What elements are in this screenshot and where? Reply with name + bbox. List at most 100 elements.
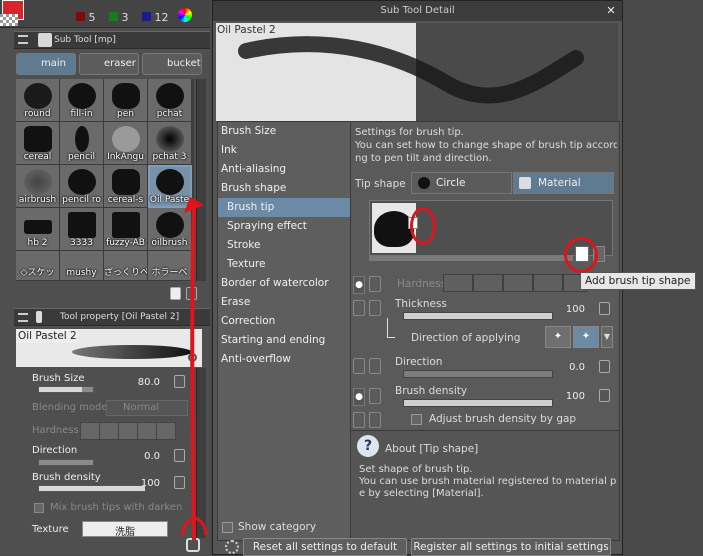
tab-eraser[interactable]: eraser [79,53,139,75]
thickness-eye-icon[interactable] [353,300,365,316]
direction-value[interactable]: 0.0 [136,451,160,462]
brush-tile[interactable]: cereal-s [104,165,148,208]
hardness-cells[interactable] [443,274,587,292]
tab-bucket[interactable]: bucket [142,53,202,75]
brush-tile-label: ざっくりペ [104,268,147,278]
density-eye-icon[interactable]: ● [353,388,365,406]
tab-main-label: main [41,58,66,69]
nav-item-brush-size[interactable]: Brush Size [218,122,356,141]
reset-defaults-button[interactable]: Reset all settings to default [243,538,407,556]
close-icon[interactable]: ✕ [605,5,617,17]
hardness-cells[interactable] [80,422,176,440]
brush-tile-label: fill-in [70,109,93,119]
apply-dropdown-icon[interactable]: ▼ [601,326,613,348]
thickness-toggle-icon[interactable] [599,302,610,315]
hardness-eye-icon[interactable]: ● [353,276,365,294]
nav-item-stroke[interactable]: Stroke [218,236,356,255]
brush-tile[interactable]: airbrush [16,165,60,208]
brush-tile-label: InkAngu [107,152,144,162]
about-title: About [Tip shape] [385,443,479,455]
vertical-apply-icon[interactable]: ✦ [573,326,599,348]
thickness-value[interactable]: 100 [551,304,585,315]
thickness-slider[interactable] [403,312,553,320]
brush-density-value[interactable]: 100 [551,391,585,402]
brush-size-value[interactable]: 80.0 [126,377,160,388]
nav-item-erase[interactable]: Erase [218,293,356,312]
texture-select[interactable]: 洗脂 [82,521,168,538]
material-icon [519,177,531,189]
brush-tile[interactable]: hb 2 [16,208,60,251]
register-initial-button[interactable]: Register all settings to initial setting… [411,538,611,556]
adjust-density-checkbox[interactable] [411,414,422,425]
direction-value[interactable]: 0.0 [551,362,585,373]
horizontal-apply-icon[interactable]: ✦ [545,326,571,348]
about-section: ? About [Tip shape] Set shape of brush t… [351,430,619,540]
blending-mode-select[interactable]: Normal [106,400,188,416]
nav-item-brush-shape[interactable]: Brush shape [218,179,356,198]
nav-item-spraying-effect[interactable]: Spraying effect [218,217,356,236]
help-icon: ? [357,435,379,457]
brush-tile[interactable]: pencil [60,122,104,165]
nav-item-ink[interactable]: Ink [218,141,356,160]
direction-expand-icon[interactable] [369,358,381,374]
show-category-label: Show category [238,521,317,533]
tip-scrollbar[interactable] [369,256,573,261]
nav-item-correction[interactable]: Correction [218,312,356,331]
brush-density-value[interactable]: 100 [136,478,160,489]
color-wheel-icon[interactable] [178,8,192,22]
brush-density-label: Brush density [32,472,101,483]
direction-eye-icon[interactable] [353,358,365,374]
brush-tile[interactable]: fill-in [60,79,104,122]
annotation-circle [410,207,436,245]
brush-tile[interactable]: pchat [148,79,192,122]
nav-item-border-of-watercolor[interactable]: Border of watercolor [218,274,356,293]
brush-density-slider[interactable] [38,485,146,492]
gap-expand-icon[interactable] [369,412,381,428]
mix-brush-checkbox[interactable] [34,503,44,513]
brush-tile[interactable]: pencil ro [60,165,104,208]
brush-tile-label: fuzzy-AB [106,238,145,248]
nav-item-brush-tip[interactable]: Brush tip [218,198,356,217]
panel-menu-icon[interactable] [18,313,28,322]
brush-size-slider[interactable] [38,386,94,393]
direction-slider[interactable] [403,370,553,378]
brush-tile[interactable]: 3333 [60,208,104,251]
tool-preview: Oil Pastel 2 [16,329,202,367]
panel-menu-icon[interactable] [18,35,28,44]
about-line: e by selecting [Material]. [359,488,484,499]
material-label: Material [538,177,581,189]
brush-tile-label: mushy [66,268,97,278]
category-list: Brush Size Ink Anti-aliasing Brush shape… [217,121,357,541]
brush-tile[interactable]: pchat 3 [148,122,192,165]
sub-color-icon[interactable] [0,14,18,26]
density-expand-icon[interactable] [369,388,381,404]
brush-tile[interactable]: cereal [16,122,60,165]
hardness-expand-icon[interactable] [369,276,381,292]
dialog-title: Sub Tool Detail [380,5,455,16]
brush-tile[interactable]: pen [104,79,148,122]
brush-tile[interactable]: mushy [60,251,104,281]
reset-defaults-label: Reset all settings to default [252,541,398,553]
brush-tile[interactable]: ◇スケッ [16,251,60,281]
direction-slider[interactable] [38,459,94,466]
brush-density-slider[interactable] [403,399,553,407]
nav-item-anti-overflow[interactable]: Anti-overflow [218,350,356,369]
description-line: ng to pen tilt and direction. [355,153,492,164]
brush-tile[interactable]: InkAngu [104,122,148,165]
nav-item-texture[interactable]: Texture [218,255,356,274]
nav-item-anti-aliasing[interactable]: Anti-aliasing [218,160,356,179]
tab-main[interactable]: main [16,53,76,75]
gap-eye-icon[interactable] [353,412,365,428]
direction-label: Direction [395,356,443,368]
brush-tile[interactable]: ざっくりペ [104,251,148,281]
thickness-expand-icon[interactable] [369,300,381,316]
nav-item-starting-and-ending[interactable]: Starting and ending [218,331,356,350]
brush-tile[interactable]: fuzzy-AB [104,208,148,251]
show-category-checkbox[interactable] [222,522,233,533]
hardness-label: Hardness [397,278,447,290]
brush-tile-label: pchat 3 [152,152,187,162]
brush-tile[interactable]: round [16,79,60,122]
density-toggle-icon[interactable] [599,389,610,402]
direction-toggle-icon[interactable] [599,360,610,373]
blending-mode-label: Blending mode [32,402,108,413]
